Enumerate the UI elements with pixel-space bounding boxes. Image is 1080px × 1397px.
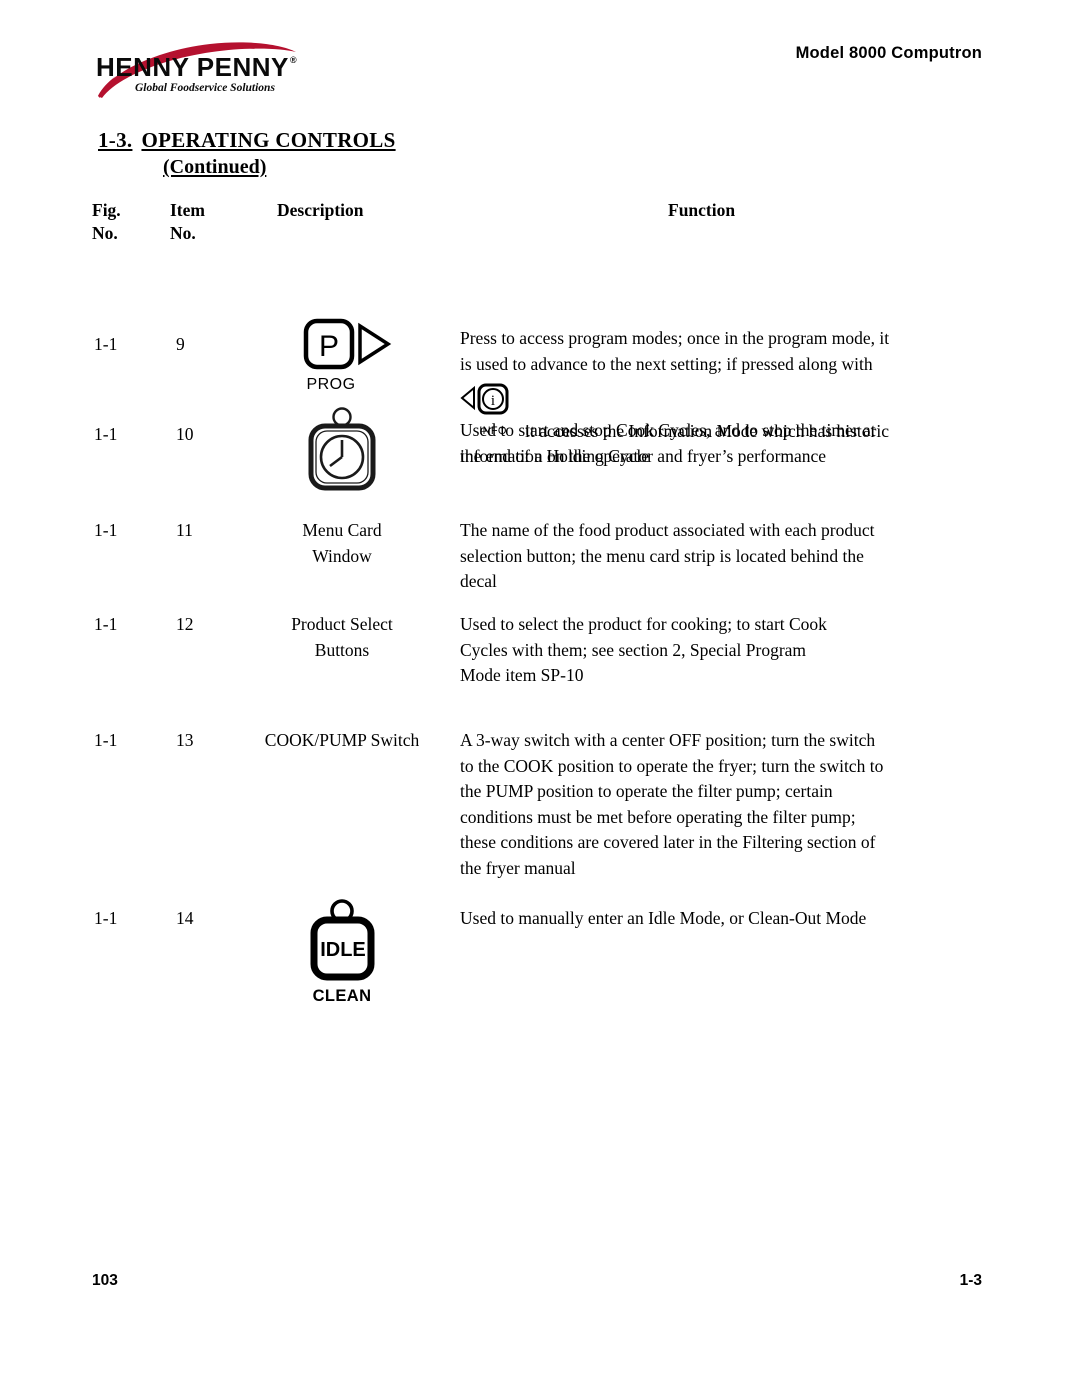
cell-fig-no: 1-1 [94, 424, 118, 444]
cell-description: P PROG [232, 318, 452, 394]
cell-function: Used to manually enter an Idle Mode, or … [460, 906, 1005, 932]
function-line: these conditions are covered later in th… [460, 832, 876, 852]
logo-tagline: Global Foodservice Solutions [135, 82, 275, 94]
table-row: 1-1 13 COOK/PUMP Switch A 3-way switch w… [0, 718, 1080, 898]
cell-description: IDLE CLEAN [232, 898, 452, 1006]
fig-no-line1: Fig. [92, 200, 121, 220]
function-line: the end of a Holding Cycle [460, 445, 650, 466]
right-arrow-icon [358, 322, 392, 366]
document-model-label: Model 8000 Computron [795, 44, 982, 62]
column-header-description: Description [277, 200, 364, 220]
prog-letter-p: P [319, 330, 339, 363]
idle-clean-button-icon[interactable]: IDLE CLEAN [300, 898, 384, 1006]
timer-button-icon[interactable] [300, 406, 384, 499]
table-row: 1-1 14 IDLE CLEAN Used to manually enter… [0, 898, 1080, 1008]
section-heading: 1-3. OPERATING CONTROLS [98, 128, 396, 153]
function-line: A 3-way switch with a center OFF positio… [460, 730, 876, 750]
indicator-led-icon [332, 407, 352, 427]
section-number: 1-3. [98, 128, 133, 152]
table-row: 1-1 11 Menu Card Window The name of the … [0, 498, 1080, 594]
timer-button-artwork [308, 407, 376, 491]
henny-penny-logo: HENNY PENNY ® Global Foodservice Solutio… [88, 36, 306, 104]
description-line: COOK/PUMP Switch [264, 730, 420, 750]
footer-section-number-right: 1-3 [959, 1272, 982, 1289]
function-line: Mode item SP-10 [460, 665, 584, 685]
registered-mark: ® [290, 55, 297, 65]
prog-button-artwork: P [303, 318, 392, 370]
prog-button-icon[interactable]: P PROG [292, 318, 392, 394]
table-row: 1-1 10 Used to start and stop Cook Cycle… [0, 400, 1080, 498]
function-line: Used to start and stop Cook Cycles, and … [460, 420, 876, 440]
logo-wordmark: HENNY PENNY [96, 52, 289, 82]
cell-function: The name of the food product associated … [460, 518, 1005, 595]
operating-controls-table: Fig. No. Item No. Description Function 1… [0, 200, 1080, 1008]
prog-button-label: PROG [306, 376, 356, 393]
function-line: The name of the food product associated … [460, 520, 875, 540]
cell-function: Used to select the product for cooking; … [460, 612, 1005, 689]
column-header-item-no: Item No. [170, 200, 205, 244]
idle-clean-button-artwork: IDLE [310, 899, 375, 981]
table-header-row: Fig. No. Item No. Description Function [0, 200, 1080, 258]
function-line: to the COOK position to operate the frye… [460, 755, 884, 776]
table-row: 1-1 12 Product Select Buttons Used to se… [0, 594, 1080, 718]
cell-item-no: 13 [176, 730, 194, 750]
item-no-line1: Item [170, 200, 205, 220]
function-line: Used to manually enter an Idle Mode, or … [460, 908, 867, 928]
function-line: Used to select the product for cooking; … [460, 614, 827, 634]
cell-fig-no: 1-1 [94, 334, 118, 354]
cell-fig-no: 1-1 [94, 614, 118, 634]
table-row: 1-1 9 P PROG Press to access program mod… [0, 258, 1080, 466]
function-line: Cycles with them; see section 2, Special… [460, 639, 807, 660]
function-line: Press to access program modes; once in t… [460, 328, 890, 348]
cell-description: Product Select Buttons [232, 612, 452, 663]
column-header-fig-no: Fig. No. [92, 200, 121, 244]
function-line: decal [460, 571, 497, 591]
function-line: selection button; the menu card strip is… [460, 545, 864, 566]
item-no-line2: No. [170, 223, 196, 243]
page-header: HENNY PENNY ® Global Foodservice Solutio… [0, 30, 1080, 110]
cell-item-no: 12 [176, 614, 194, 634]
function-line: is used to advance to the next setting; … [460, 353, 873, 374]
cell-function: A 3-way switch with a center OFF positio… [460, 728, 1005, 881]
description-line: Window [312, 545, 372, 566]
cell-item-no: 14 [176, 908, 194, 928]
section-title-text: OPERATING CONTROLS [141, 128, 396, 152]
logo-artwork: HENNY PENNY ® Global Foodservice Solutio… [96, 42, 297, 98]
function-line: the PUMP position to operate the filter … [460, 781, 833, 801]
cell-function: Used to start and stop Cook Cycles, and … [460, 418, 1005, 469]
cell-description: Menu Card Window [232, 518, 452, 569]
fig-no-line2: No. [92, 223, 118, 243]
cell-item-no: 9 [176, 334, 185, 354]
cell-item-no: 11 [176, 520, 193, 540]
function-line: the fryer manual [460, 857, 576, 878]
column-header-function: Function [668, 200, 736, 220]
page-footer: 103 1-3 [0, 1272, 1080, 1302]
footer-page-number-left: 103 [92, 1272, 118, 1289]
cell-item-no: 10 [176, 424, 194, 444]
function-line: conditions must be met before operating … [460, 806, 856, 827]
cell-fig-no: 1-1 [94, 730, 118, 750]
cell-description [232, 406, 452, 499]
cell-fig-no: 1-1 [94, 520, 118, 540]
cell-description: COOK/PUMP Switch [232, 728, 452, 754]
description-line: Menu Card [302, 520, 382, 540]
description-line: Product Select [291, 614, 393, 634]
clean-label: CLEAN [312, 987, 372, 1005]
cell-fig-no: 1-1 [94, 908, 118, 928]
document-page: HENNY PENNY ® Global Foodservice Solutio… [0, 0, 1080, 1397]
description-line: Buttons [314, 639, 370, 660]
idle-button-label: IDLE [320, 939, 366, 961]
section-continued-label: (Continued) [163, 156, 267, 178]
